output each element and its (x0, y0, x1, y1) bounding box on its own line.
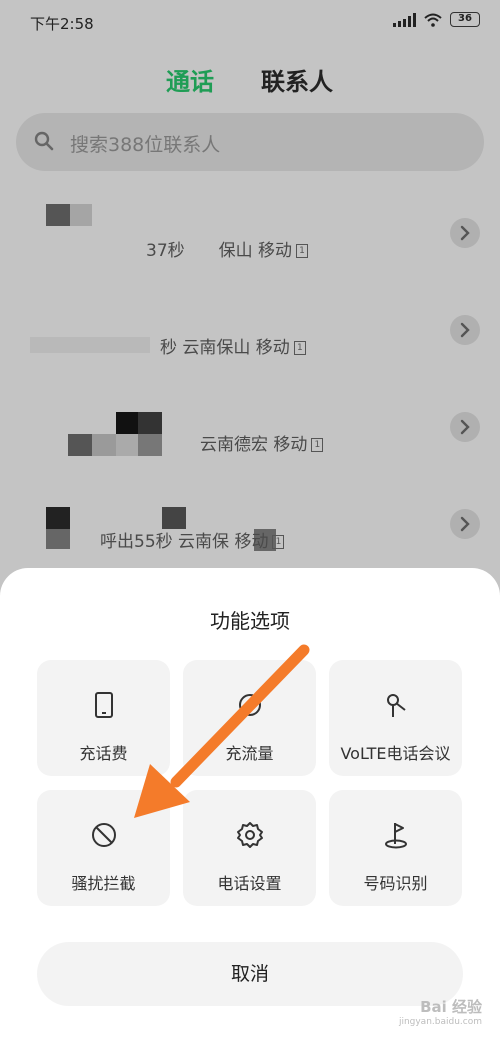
obscured-name (68, 434, 92, 456)
search-input[interactable]: 搜索388位联系人 (16, 113, 484, 171)
hd-badge-icon: 1 (296, 244, 309, 258)
option-recharge-credit[interactable]: 充话费 (37, 660, 170, 776)
list-item[interactable]: 秒 云南保山 移动 1 (0, 287, 500, 383)
hd-badge-icon: 1 (311, 438, 324, 452)
options-sheet: 功能选项 充话费 充流量 VoLTE电话会议 骚扰拦截 电话设置 号码识别 取消 (0, 568, 500, 1039)
sheet-title: 功能选项 (210, 609, 290, 633)
option-label: VoLTE电话会议 (340, 744, 451, 763)
wifi-icon (424, 13, 442, 27)
call-detail: 云南德宏 移动 1 (200, 430, 324, 455)
obscured-name (138, 412, 162, 434)
obscured-name (46, 529, 70, 549)
search-icon (34, 131, 54, 151)
option-number-recognition[interactable]: 号码识别 (329, 790, 462, 906)
flag-pin-icon (384, 823, 407, 849)
option-label: 充话费 (79, 744, 128, 763)
option-label: 骚扰拦截 (71, 874, 136, 893)
search-placeholder: 搜索388位联系人 (70, 134, 221, 156)
chevron-right-icon[interactable] (450, 412, 480, 442)
obscured-name (70, 204, 92, 226)
list-item[interactable]: 呼出55秒 云南保 移动 1 (0, 481, 500, 577)
tab-calls[interactable]: 通话 (166, 62, 214, 97)
chevron-right-icon[interactable] (450, 315, 480, 345)
option-label: 号码识别 (363, 874, 428, 893)
call-detail: 呼出55秒 云南保 移动 1 (100, 527, 285, 552)
chevron-right-icon[interactable] (450, 218, 480, 248)
call-detail: 秒 云南保山 移动 1 (160, 333, 306, 358)
hd-badge-icon: 1 (272, 535, 285, 549)
call-detail: 37秒 保山 移动 1 (146, 236, 309, 261)
status-time: 下午2:58 (30, 15, 94, 33)
option-recharge-data[interactable]: 充流量 (183, 660, 316, 776)
list-item[interactable]: 云南德宏 移动 1 (0, 384, 500, 480)
gear-icon (236, 822, 263, 848)
option-label: 电话设置 (217, 874, 282, 893)
block-icon (91, 823, 116, 847)
watermark-logo: Bai 经验 jingyan.baidu.com (398, 998, 482, 1027)
list-item[interactable]: 37秒 保山 移动 1 (0, 190, 500, 286)
hd-badge-icon: 1 (293, 341, 306, 355)
chevron-right-icon[interactable] (450, 509, 480, 539)
option-label: 充流量 (225, 744, 274, 763)
obscured-name (46, 204, 70, 226)
option-harassment-block[interactable]: 骚扰拦截 (37, 790, 170, 906)
obscured-name (138, 434, 162, 456)
phone-device-icon (94, 692, 113, 718)
obscured-name (162, 507, 186, 529)
obscured-name (116, 412, 138, 434)
signal-icon (393, 12, 416, 27)
obscured-name (92, 434, 116, 456)
obscured-name (30, 337, 150, 353)
obscured-name (46, 507, 70, 529)
status-icons: 36 (393, 12, 480, 27)
tab-contacts[interactable]: 联系人 (261, 62, 333, 97)
battery-icon: 36 (450, 12, 480, 27)
obscured-name (116, 434, 138, 456)
conference-icon (386, 694, 406, 717)
data-flow-icon (238, 694, 261, 716)
option-call-settings[interactable]: 电话设置 (183, 790, 316, 906)
status-bar: 下午2:58 36 (0, 0, 500, 44)
option-volte-conference[interactable]: VoLTE电话会议 (329, 660, 462, 776)
